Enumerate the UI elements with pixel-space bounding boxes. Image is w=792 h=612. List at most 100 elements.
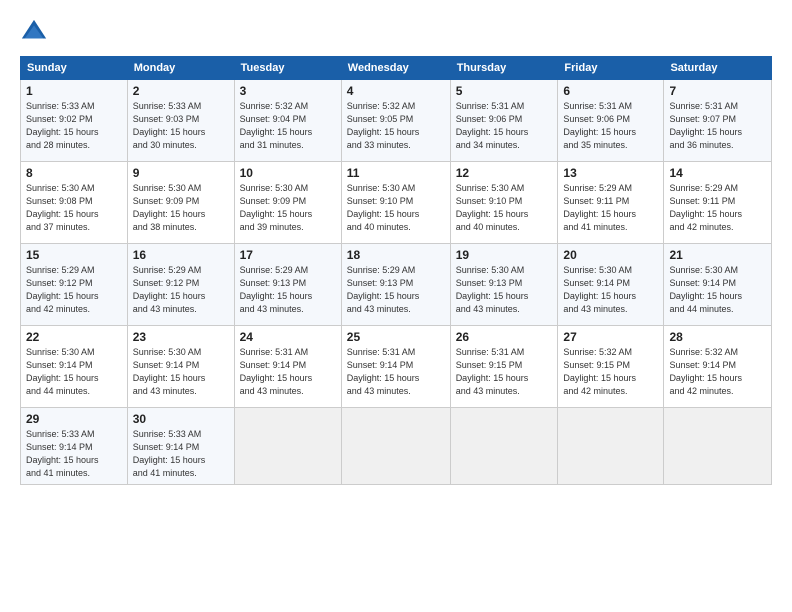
- day-number: 23: [133, 330, 229, 344]
- day-number: 16: [133, 248, 229, 262]
- calendar-cell: [341, 408, 450, 485]
- day-info: Sunrise: 5:31 AM Sunset: 9:06 PM Dayligh…: [563, 100, 658, 152]
- day-number: 21: [669, 248, 766, 262]
- day-info: Sunrise: 5:33 AM Sunset: 9:14 PM Dayligh…: [133, 428, 229, 480]
- calendar-cell: 16 Sunrise: 5:29 AM Sunset: 9:12 PM Dayli…: [127, 244, 234, 326]
- day-number: 6: [563, 84, 658, 98]
- calendar-cell: 26 Sunrise: 5:31 AM Sunset: 9:15 PM Dayli…: [450, 326, 558, 408]
- weekday-header-tuesday: Tuesday: [234, 57, 341, 80]
- calendar-cell: 17 Sunrise: 5:29 AM Sunset: 9:13 PM Dayli…: [234, 244, 341, 326]
- day-info: Sunrise: 5:30 AM Sunset: 9:14 PM Dayligh…: [669, 264, 766, 316]
- calendar-cell: [558, 408, 664, 485]
- day-info: Sunrise: 5:30 AM Sunset: 9:09 PM Dayligh…: [240, 182, 336, 234]
- day-info: Sunrise: 5:32 AM Sunset: 9:05 PM Dayligh…: [347, 100, 445, 152]
- calendar-cell: 14 Sunrise: 5:29 AM Sunset: 9:11 PM Dayli…: [664, 162, 772, 244]
- day-number: 25: [347, 330, 445, 344]
- weekday-header-monday: Monday: [127, 57, 234, 80]
- calendar-cell: 11Sunrise: 5:30 AM Sunset: 9:10 PM Dayli…: [341, 162, 450, 244]
- day-info: Sunrise: 5:33 AM Sunset: 9:03 PM Dayligh…: [133, 100, 229, 152]
- calendar-cell: 2Sunrise: 5:33 AM Sunset: 9:03 PM Daylig…: [127, 80, 234, 162]
- day-info: Sunrise: 5:30 AM Sunset: 9:10 PM Dayligh…: [456, 182, 553, 234]
- logo-icon: [20, 18, 48, 46]
- calendar-cell: 20 Sunrise: 5:30 AM Sunset: 9:14 PM Dayli…: [558, 244, 664, 326]
- day-number: 20: [563, 248, 658, 262]
- day-number: 26: [456, 330, 553, 344]
- day-info: Sunrise: 5:32 AM Sunset: 9:04 PM Dayligh…: [240, 100, 336, 152]
- weekday-header-wednesday: Wednesday: [341, 57, 450, 80]
- day-info: Sunrise: 5:30 AM Sunset: 9:09 PM Dayligh…: [133, 182, 229, 234]
- day-info: Sunrise: 5:31 AM Sunset: 9:14 PM Dayligh…: [240, 346, 336, 398]
- day-number: 3: [240, 84, 336, 98]
- day-number: 27: [563, 330, 658, 344]
- logo: [20, 18, 52, 46]
- calendar-cell: 30 Sunrise: 5:33 AM Sunset: 9:14 PM Dayli…: [127, 408, 234, 485]
- day-info: Sunrise: 5:29 AM Sunset: 9:11 PM Dayligh…: [563, 182, 658, 234]
- day-info: Sunrise: 5:32 AM Sunset: 9:14 PM Dayligh…: [669, 346, 766, 398]
- calendar-cell: 12 Sunrise: 5:30 AM Sunset: 9:10 PM Dayli…: [450, 162, 558, 244]
- calendar-cell: 6 Sunrise: 5:31 AM Sunset: 9:06 PM Daylig…: [558, 80, 664, 162]
- day-number: 7: [669, 84, 766, 98]
- day-number: 9: [133, 166, 229, 180]
- calendar-cell: 10Sunrise: 5:30 AM Sunset: 9:09 PM Dayli…: [234, 162, 341, 244]
- calendar-cell: 23 Sunrise: 5:30 AM Sunset: 9:14 PM Dayli…: [127, 326, 234, 408]
- day-info: Sunrise: 5:31 AM Sunset: 9:15 PM Dayligh…: [456, 346, 553, 398]
- day-number: 11: [347, 166, 445, 180]
- calendar-week-row: 22Sunrise: 5:30 AM Sunset: 9:14 PM Dayli…: [21, 326, 772, 408]
- calendar-cell: 25 Sunrise: 5:31 AM Sunset: 9:14 PM Dayli…: [341, 326, 450, 408]
- day-number: 12: [456, 166, 553, 180]
- day-info: Sunrise: 5:30 AM Sunset: 9:14 PM Dayligh…: [133, 346, 229, 398]
- calendar-cell: 27 Sunrise: 5:32 AM Sunset: 9:15 PM Dayli…: [558, 326, 664, 408]
- calendar-cell: 9 Sunrise: 5:30 AM Sunset: 9:09 PM Daylig…: [127, 162, 234, 244]
- day-number: 1: [26, 84, 122, 98]
- calendar-cell: 8Sunrise: 5:30 AM Sunset: 9:08 PM Daylig…: [21, 162, 128, 244]
- day-number: 18: [347, 248, 445, 262]
- day-info: Sunrise: 5:30 AM Sunset: 9:14 PM Dayligh…: [26, 346, 122, 398]
- calendar-cell: [450, 408, 558, 485]
- calendar-cell: 22Sunrise: 5:30 AM Sunset: 9:14 PM Dayli…: [21, 326, 128, 408]
- day-info: Sunrise: 5:31 AM Sunset: 9:06 PM Dayligh…: [456, 100, 553, 152]
- calendar-cell: 24 Sunrise: 5:31 AM Sunset: 9:14 PM Dayli…: [234, 326, 341, 408]
- calendar-cell: 29 Sunrise: 5:33 AM Sunset: 9:14 PM Dayli…: [21, 408, 128, 485]
- day-info: Sunrise: 5:29 AM Sunset: 9:13 PM Dayligh…: [347, 264, 445, 316]
- calendar-cell: 28 Sunrise: 5:32 AM Sunset: 9:14 PM Dayli…: [664, 326, 772, 408]
- day-info: Sunrise: 5:30 AM Sunset: 9:14 PM Dayligh…: [563, 264, 658, 316]
- day-number: 8: [26, 166, 122, 180]
- calendar-cell: [664, 408, 772, 485]
- day-info: Sunrise: 5:29 AM Sunset: 9:12 PM Dayligh…: [133, 264, 229, 316]
- day-info: Sunrise: 5:33 AM Sunset: 9:02 PM Dayligh…: [26, 100, 122, 152]
- calendar-cell: 3 Sunrise: 5:32 AM Sunset: 9:04 PM Daylig…: [234, 80, 341, 162]
- weekday-header-row: SundayMondayTuesdayWednesdayThursdayFrid…: [21, 57, 772, 80]
- calendar-cell: 19Sunrise: 5:30 AM Sunset: 9:13 PM Dayli…: [450, 244, 558, 326]
- day-number: 29: [26, 412, 122, 426]
- day-info: Sunrise: 5:29 AM Sunset: 9:12 PM Dayligh…: [26, 264, 122, 316]
- day-number: 17: [240, 248, 336, 262]
- day-number: 28: [669, 330, 766, 344]
- calendar-cell: 1 Sunrise: 5:33 AM Sunset: 9:02 PM Daylig…: [21, 80, 128, 162]
- calendar-cell: [234, 408, 341, 485]
- calendar-cell: 21 Sunrise: 5:30 AM Sunset: 9:14 PM Dayli…: [664, 244, 772, 326]
- day-info: Sunrise: 5:33 AM Sunset: 9:14 PM Dayligh…: [26, 428, 122, 480]
- day-number: 30: [133, 412, 229, 426]
- day-info: Sunrise: 5:31 AM Sunset: 9:14 PM Dayligh…: [347, 346, 445, 398]
- weekday-header-thursday: Thursday: [450, 57, 558, 80]
- day-info: Sunrise: 5:29 AM Sunset: 9:11 PM Dayligh…: [669, 182, 766, 234]
- calendar-cell: 5 Sunrise: 5:31 AM Sunset: 9:06 PM Daylig…: [450, 80, 558, 162]
- day-number: 5: [456, 84, 553, 98]
- day-number: 14: [669, 166, 766, 180]
- header: [20, 18, 772, 46]
- day-number: 15: [26, 248, 122, 262]
- weekday-header-saturday: Saturday: [664, 57, 772, 80]
- calendar-table: SundayMondayTuesdayWednesdayThursdayFrid…: [20, 56, 772, 485]
- day-info: Sunrise: 5:29 AM Sunset: 9:13 PM Dayligh…: [240, 264, 336, 316]
- day-number: 24: [240, 330, 336, 344]
- day-number: 4: [347, 84, 445, 98]
- calendar-cell: 18 Sunrise: 5:29 AM Sunset: 9:13 PM Dayli…: [341, 244, 450, 326]
- calendar-week-row: 15 Sunrise: 5:29 AM Sunset: 9:12 PM Dayli…: [21, 244, 772, 326]
- calendar-week-row: 8Sunrise: 5:30 AM Sunset: 9:08 PM Daylig…: [21, 162, 772, 244]
- calendar-cell: 4 Sunrise: 5:32 AM Sunset: 9:05 PM Daylig…: [341, 80, 450, 162]
- calendar-week-row: 1 Sunrise: 5:33 AM Sunset: 9:02 PM Daylig…: [21, 80, 772, 162]
- calendar-cell: 7Sunrise: 5:31 AM Sunset: 9:07 PM Daylig…: [664, 80, 772, 162]
- calendar-week-row: 29 Sunrise: 5:33 AM Sunset: 9:14 PM Dayli…: [21, 408, 772, 485]
- day-info: Sunrise: 5:32 AM Sunset: 9:15 PM Dayligh…: [563, 346, 658, 398]
- day-number: 13: [563, 166, 658, 180]
